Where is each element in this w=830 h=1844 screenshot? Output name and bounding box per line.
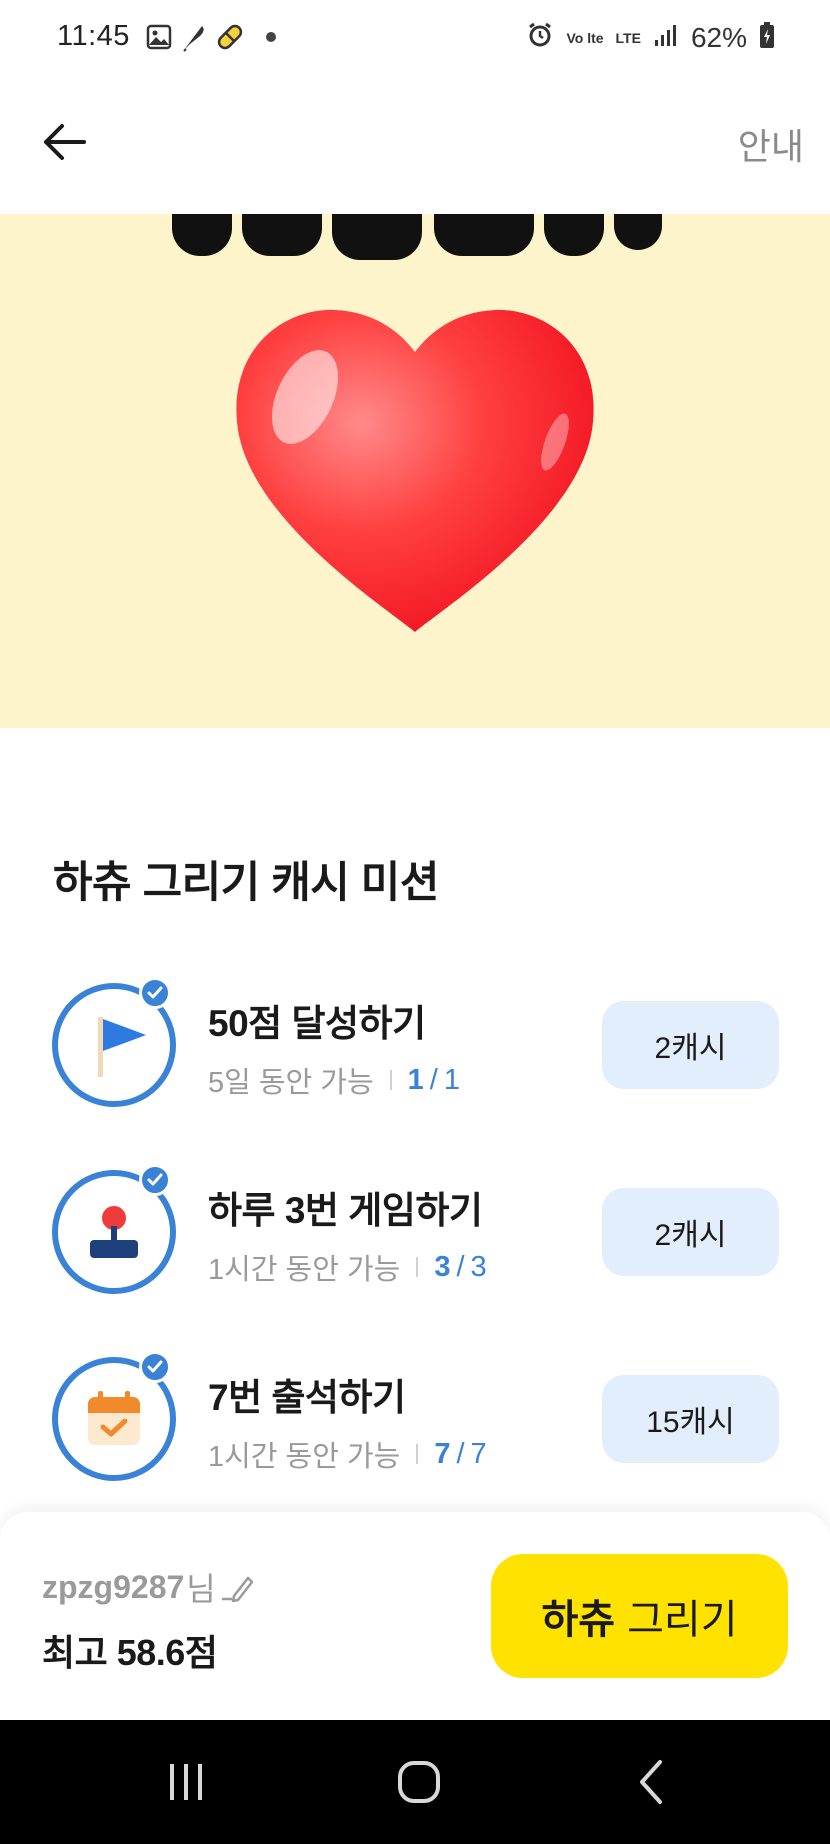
best-score: 최고 58.6점 [42, 1632, 218, 1673]
mission-subtitle: 1시간 동안 가능 7/7 [208, 1433, 487, 1475]
chevron-left-icon [640, 1760, 662, 1804]
mission-item: 7번 출석하기 1시간 동안 가능 7/7 15캐시 [0, 1351, 830, 1487]
progress-total: 1 [443, 1063, 460, 1096]
mission-progress: 3/3 [434, 1250, 487, 1283]
recents-icon [170, 1764, 202, 1800]
reward-button[interactable]: 2캐시 [602, 1188, 779, 1276]
mission-availability: 1시간 동안 가능 [208, 1441, 401, 1473]
back-button[interactable] [36, 114, 92, 170]
app-bar: 안내 [0, 76, 830, 214]
missions-title: 하츄 그리기 캐시 미션 [53, 859, 439, 907]
progress-total: 3 [470, 1250, 487, 1283]
reward-button[interactable]: 2캐시 [602, 1001, 779, 1089]
mission-item: 50점 달성하기 5일 동안 가능 1/1 2캐시 [0, 977, 830, 1113]
image-icon [146, 22, 172, 52]
bottom-panel: zpzg9287 님 최고 58.6점 하츄 그리기 [0, 1512, 830, 1720]
signal-icon [653, 22, 679, 55]
lte-icon: LTE [615, 30, 641, 46]
draw-button-bold: 하츄 [541, 1598, 616, 1642]
volte-icon: Vo lte [566, 30, 604, 46]
status-bar: 11:45 Vo lte LTE 62% [0, 0, 830, 76]
home-icon [398, 1761, 440, 1803]
system-nav-bar [0, 1720, 830, 1844]
nav-back-button[interactable] [620, 1750, 684, 1814]
banner-title-graphic [172, 214, 662, 260]
mission-progress: 7/7 [434, 1437, 487, 1470]
mission-subtitle: 5일 동안 가능 1/1 [208, 1059, 460, 1101]
capsule-icon [214, 22, 246, 52]
check-icon [139, 1351, 171, 1383]
feather-icon [180, 22, 208, 52]
username: zpzg9287 [42, 1568, 185, 1605]
banner [0, 214, 830, 728]
user-line: zpzg9287 님 [42, 1564, 254, 1610]
mission-progress: 1/1 [407, 1063, 460, 1096]
draw-button-label: 그리기 [627, 1598, 738, 1642]
pencil-icon[interactable] [220, 1572, 254, 1602]
draw-button[interactable]: 하츄 그리기 [491, 1554, 788, 1678]
status-right-group: Vo lte LTE 62% [526, 18, 775, 58]
progress-done: 1 [407, 1063, 424, 1096]
battery-percent: 62% [690, 22, 747, 53]
username-suffix: 님 [186, 1571, 216, 1607]
divider [416, 1444, 419, 1464]
mission-availability: 5일 동안 가능 [208, 1067, 374, 1099]
mission-subtitle: 1시간 동안 가능 3/3 [208, 1246, 487, 1288]
mission-title: 7번 출석하기 [208, 1377, 406, 1418]
mission-title: 하루 3번 게임하기 [208, 1190, 483, 1231]
mission-title: 50점 달성하기 [208, 1003, 426, 1044]
status-time: 11:45 [57, 20, 130, 52]
mission-item: 하루 3번 게임하기 1시간 동안 가능 3/3 2캐시 [0, 1164, 830, 1300]
divider [416, 1257, 419, 1277]
progress-done: 7 [434, 1437, 451, 1470]
divider [389, 1070, 392, 1090]
check-icon [139, 977, 171, 1009]
heart-icon [236, 309, 594, 632]
progress-total: 7 [470, 1437, 487, 1470]
arrow-left-icon [44, 124, 86, 160]
alarm-icon [526, 21, 554, 56]
dot-icon [264, 22, 278, 52]
battery-icon [759, 21, 775, 56]
info-link[interactable]: 안내 [738, 118, 804, 170]
recent-apps-button[interactable] [154, 1750, 218, 1814]
mission-availability: 1시간 동안 가능 [208, 1254, 401, 1286]
check-icon [139, 1164, 171, 1196]
progress-done: 3 [434, 1250, 451, 1283]
home-button[interactable] [387, 1750, 451, 1814]
reward-button[interactable]: 15캐시 [602, 1375, 779, 1463]
